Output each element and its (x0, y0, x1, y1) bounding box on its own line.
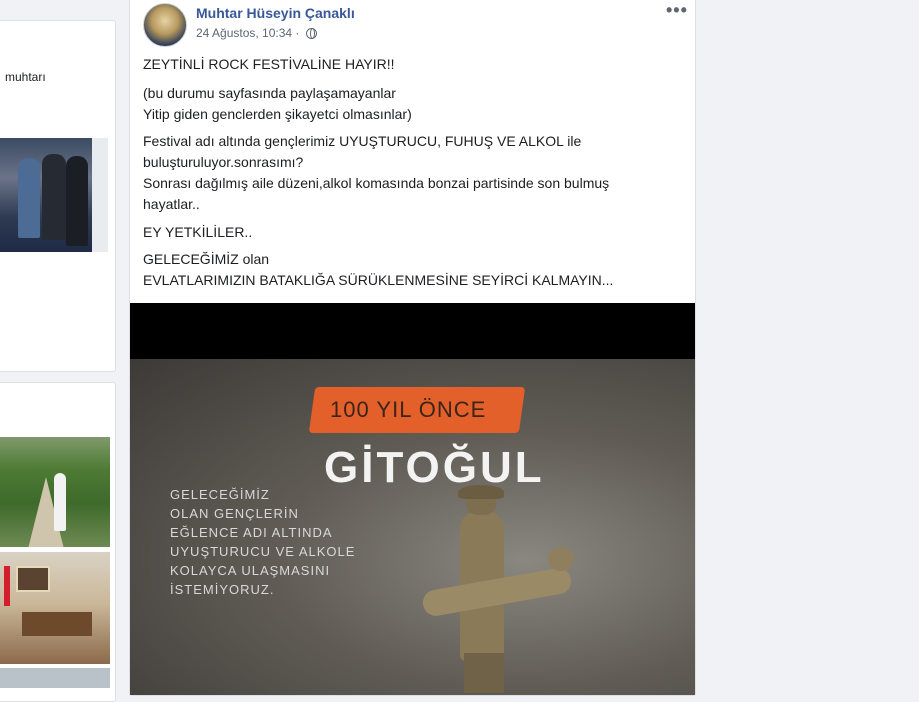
author-avatar[interactable] (143, 3, 187, 47)
post-text-line: hayatlar.. (143, 196, 200, 212)
post-timestamp[interactable]: 24 Ağustos, 10:34 · (196, 26, 299, 40)
author-name-link[interactable]: Muhtar Hüseyin Çanaklı (196, 5, 355, 21)
post-text-line: Sonrası dağılmış aile düzeni,alkol komas… (143, 175, 610, 191)
poster-slogan-line: EĞLENCE ADI ALTINDA (170, 525, 333, 540)
post-meta: 24 Ağustos, 10:34 · (196, 26, 317, 40)
sidebar-photo-office[interactable] (0, 552, 110, 664)
post-text-line: (bu durumu sayfasında paylaşamayanlar (143, 85, 396, 101)
sidebar-photo-group[interactable] (0, 138, 108, 252)
soldier-statue-graphic (420, 485, 580, 693)
post-text-line: ZEYTİNLİ ROCK FESTİVALİNE HAYIR!! (143, 56, 395, 72)
post-text-line: Yitip giden genclerden şikayetci olmasın… (143, 106, 412, 122)
more-options-icon[interactable]: ••• (666, 0, 688, 21)
post-text-line: GELECEĞİMİZ olan (143, 251, 270, 267)
poster-slogan-line: GELECEĞİMİZ (170, 487, 270, 502)
sidebar-photo-partial[interactable] (0, 668, 110, 688)
poster-slogan-line: OLAN GENÇLERİN (170, 506, 299, 521)
post-image[interactable]: 100 YIL ÖNCE GİTOĞUL GELECEĞİMİZ OLAN GE… (130, 303, 695, 695)
post-text-line: buluşturuluyor.sonrasımı? (143, 154, 304, 170)
sidebar-photo-road[interactable] (0, 437, 110, 547)
poster-slogan-line: İSTEMİYORUZ. (170, 582, 275, 597)
poster-title: GİTOĞUL (324, 443, 545, 492)
poster-slogan-line: KOLAYCA ULAŞMASINI (170, 563, 331, 578)
post-text-line: EVLATLARIMIZIN BATAKLIĞA SÜRÜKLENMESİNE … (143, 272, 614, 288)
poster-slogan-line: UYUŞTURUCU VE ALKOLE (170, 544, 356, 559)
sidebar-snippet-text: muhtarı (5, 70, 46, 84)
post-text-line: EY YETKİLİLER.. (143, 224, 253, 240)
poster-banner-text: 100 YIL ÖNCE (330, 397, 487, 422)
post-text-line: Festival adı altında gençlerimiz UYUŞTUR… (143, 133, 582, 149)
globe-icon (305, 28, 317, 39)
